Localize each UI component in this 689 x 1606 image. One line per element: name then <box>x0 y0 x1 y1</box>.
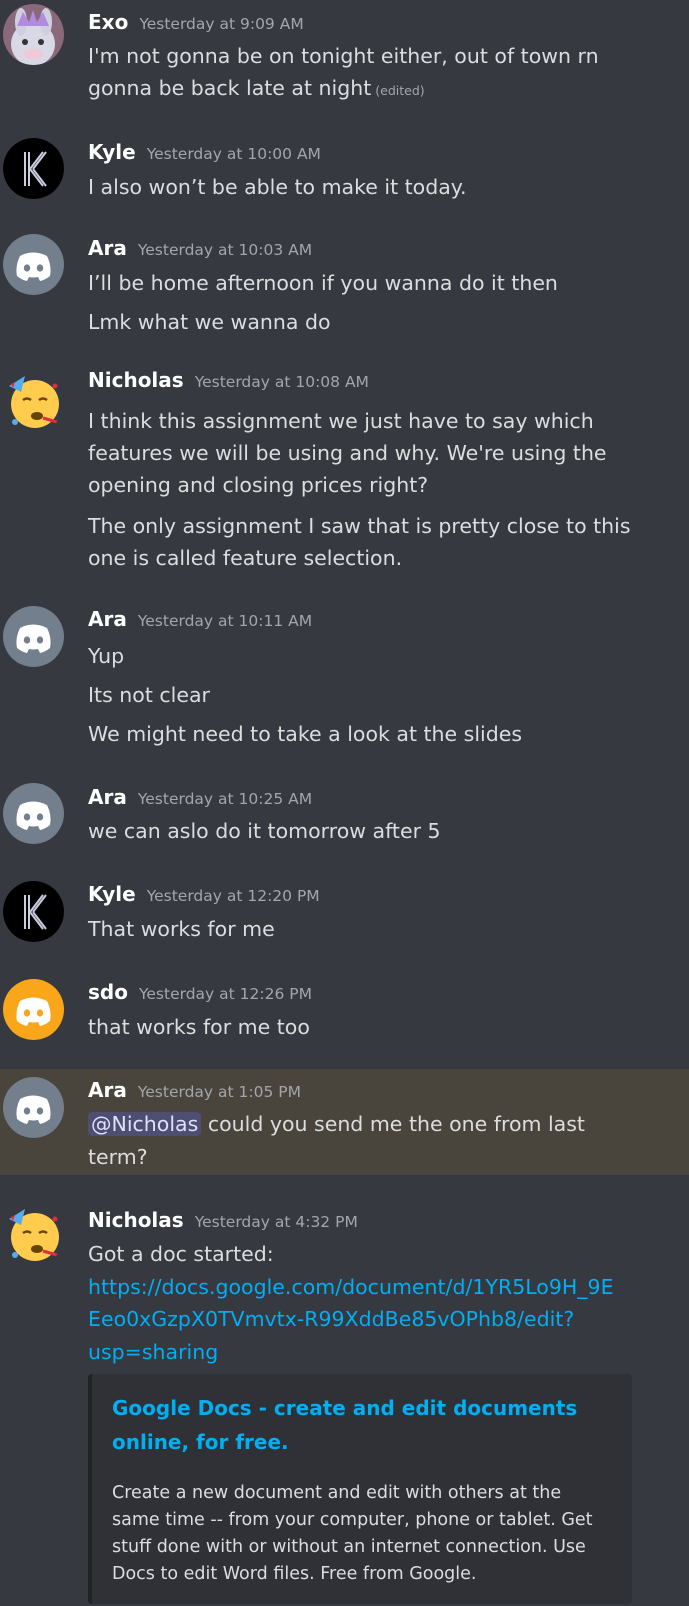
message-line: I’ll be home afternoon if you wanna do i… <box>88 271 558 295</box>
message-line: Lmk what we wanna do <box>88 310 331 334</box>
timestamp: Yesterday at 10:03 AM <box>137 241 313 259</box>
message-line: We might need to take a look at the slid… <box>88 722 523 746</box>
embed-title-line[interactable]: online, for free. <box>112 1425 592 1459</box>
author-name[interactable]: Exo <box>88 10 128 34</box>
message-line: @Nicholas could you send me the one from… <box>88 1108 585 1140</box>
message-line: I also won’t be able to make it today. <box>88 175 467 199</box>
author-name[interactable]: Ara <box>88 785 127 809</box>
message-line: Got a doc started: <box>88 1242 274 1266</box>
message-line: Yup <box>88 644 125 668</box>
author-name[interactable]: sdo <box>88 980 128 1004</box>
author-name[interactable]: Nicholas <box>88 368 184 392</box>
ara-avatar-icon[interactable] <box>3 234 64 295</box>
embed-description: Create a new document and edit with othe… <box>112 1483 593 1584</box>
link-embed: Google Docs - create and edit documents … <box>88 1374 632 1604</box>
timestamp: Yesterday at 4:32 PM <box>194 1213 358 1231</box>
message-text: gonna be back late at night <box>88 76 372 100</box>
timestamp: Yesterday at 12:20 PM <box>146 887 320 905</box>
author-name[interactable]: Nicholas <box>88 1208 184 1232</box>
author-name[interactable]: Ara <box>88 607 127 631</box>
timestamp: Yesterday at 10:08 AM <box>194 373 369 391</box>
timestamp: Yesterday at 1:05 PM <box>137 1083 301 1101</box>
nicholas-avatar-icon[interactable] <box>3 372 64 433</box>
message-line-edited: gonna be back late at night (edited) <box>88 72 425 107</box>
message-line: The only assignment I saw that is pretty… <box>88 514 631 538</box>
kyle-avatar-icon[interactable] <box>3 138 64 199</box>
author-name[interactable]: Kyle <box>88 882 136 906</box>
ara-avatar-icon[interactable] <box>3 783 64 844</box>
message-line: Its not clear <box>88 683 210 707</box>
nicholas-avatar-icon[interactable] <box>3 1205 64 1266</box>
ara-avatar-icon[interactable] <box>3 1077 64 1138</box>
message-line: we can aslo do it tomorrow after 5 <box>88 819 441 843</box>
message-line: term? <box>88 1145 148 1169</box>
sdo-avatar-icon[interactable] <box>3 979 64 1040</box>
doc-link[interactable]: https://docs.google.com/document/d/1YR5L… <box>88 1271 614 1303</box>
exo-avatar-icon[interactable] <box>3 4 64 65</box>
ara-avatar-icon[interactable] <box>3 606 64 667</box>
message-line: that works for me too <box>88 1015 310 1039</box>
embed-title-line[interactable]: Google Docs - create and edit documents <box>112 1391 592 1425</box>
doc-link[interactable]: usp=sharing <box>88 1336 218 1368</box>
doc-link-text[interactable]: Eeo0xGzpX0TVmvtx-R99XddBe85vOPhb8/edit? <box>88 1307 574 1331</box>
doc-link-text[interactable]: usp=sharing <box>88 1340 218 1364</box>
message-text: could you send me the one from last <box>207 1112 585 1136</box>
timestamp: Yesterday at 12:26 PM <box>138 985 312 1003</box>
doc-link[interactable]: Eeo0xGzpX0TVmvtx-R99XddBe85vOPhb8/edit? <box>88 1303 574 1335</box>
timestamp: Yesterday at 10:11 AM <box>137 612 313 630</box>
author-name[interactable]: Kyle <box>88 140 136 164</box>
embed-title[interactable]: Google Docs - create and edit documents … <box>112 1391 592 1459</box>
message-line: features we will be using and why. We're… <box>88 441 607 465</box>
message-line: one is called feature selection. <box>88 546 403 570</box>
timestamp: Yesterday at 9:09 AM <box>139 15 304 33</box>
timestamp: Yesterday at 10:25 AM <box>137 790 313 808</box>
message-line: opening and closing prices right? <box>88 473 429 497</box>
message-line: I'm not gonna be on tonight either, out … <box>88 44 599 68</box>
author-name[interactable]: Ara <box>88 236 127 260</box>
message-line: That works for me <box>88 917 275 941</box>
timestamp: Yesterday at 10:00 AM <box>146 145 321 163</box>
user-mention[interactable]: @Nicholas <box>88 1112 202 1136</box>
doc-link-text[interactable]: https://docs.google.com/document/d/1YR5L… <box>88 1275 614 1299</box>
edited-label: (edited) <box>375 83 425 98</box>
kyle-avatar-icon[interactable] <box>3 881 64 942</box>
author-name[interactable]: Ara <box>88 1078 127 1102</box>
message-line: I think this assignment we just have to … <box>88 409 594 433</box>
